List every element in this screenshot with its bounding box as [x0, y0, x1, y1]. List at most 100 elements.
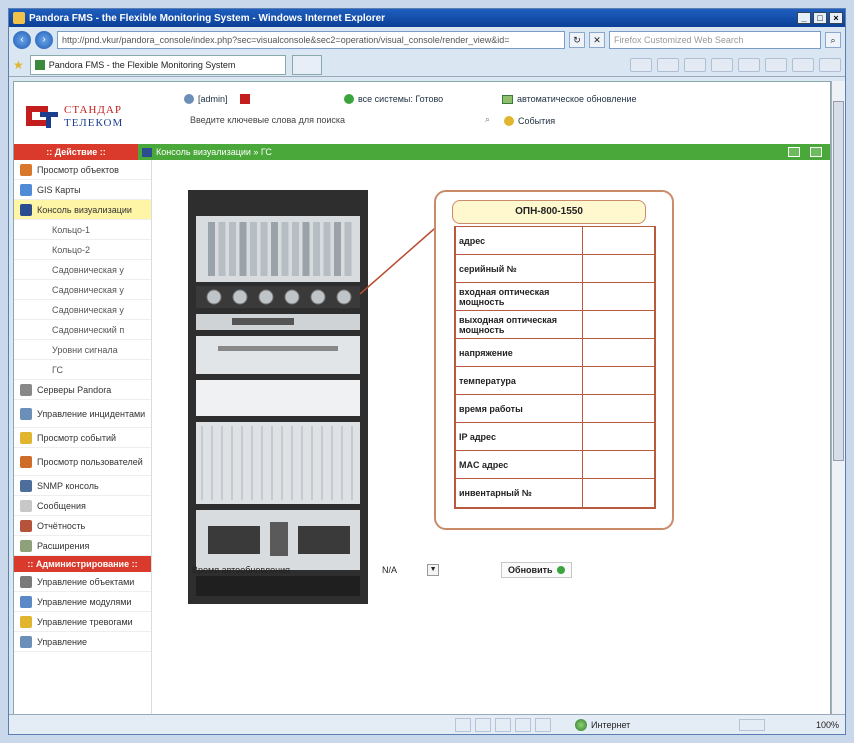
tools-menu-icon[interactable] [792, 57, 814, 72]
zoom-level[interactable]: 100% [769, 720, 839, 730]
device-field-row: серийный № [456, 255, 654, 283]
maximize-button[interactable]: □ [813, 12, 827, 24]
status-slot [495, 717, 511, 732]
fullscreen-icon[interactable] [788, 147, 800, 157]
header-search-icon[interactable]: ⌕ [485, 114, 490, 125]
refresh-interval-select[interactable]: N/A ▼ [312, 564, 440, 576]
search-icon[interactable]: ⌕ [825, 32, 841, 48]
sidebar-subitem[interactable]: Садовническая у [14, 260, 151, 280]
sidebar-item[interactable]: Управление тревогами [14, 612, 151, 632]
header-search-input[interactable]: Введите ключевые слова для поиска [190, 115, 345, 125]
read-mail-icon[interactable] [684, 57, 706, 72]
stop-icon[interactable]: ✕ [589, 32, 605, 48]
status-slot [515, 717, 531, 732]
rack-slot-card [334, 222, 341, 276]
sidebar-item[interactable]: SNMP консоль [14, 476, 151, 496]
sidebar-item[interactable]: Консоль визуализации [14, 200, 151, 220]
minimize-button[interactable]: _ [797, 12, 811, 24]
sidebar-item[interactable]: Управление модулями [14, 592, 151, 612]
sidebar-item[interactable]: Просмотр объектов [14, 160, 151, 180]
system-status[interactable]: все системы: Готово [344, 94, 443, 104]
sidebar-item[interactable]: Сообщения [14, 496, 151, 516]
edit-layout-icon[interactable] [810, 147, 822, 157]
favorites-star-icon[interactable]: ★ [13, 58, 24, 72]
refresh-icon[interactable]: ↻ [569, 32, 585, 48]
sidebar-item[interactable]: Серверы Pandora [14, 380, 151, 400]
device-title[interactable]: ОПН-800-1550 [452, 200, 646, 224]
sidebar-item-label: Управление модулями [37, 596, 132, 607]
header-search[interactable]: Введите ключевые слова для поиска ⌕ [190, 114, 490, 125]
home-icon[interactable] [630, 57, 652, 72]
rack-slot-card [229, 222, 236, 276]
chevron-down-icon[interactable]: ▼ [427, 564, 440, 576]
scrollbar-thumb[interactable] [833, 101, 844, 461]
sidebar-item-label: Просмотр событий [37, 432, 117, 443]
status-ok-icon [344, 94, 354, 104]
autorefresh-link[interactable]: автоматическое обновление [502, 94, 636, 104]
sidebar-item[interactable]: Расширения [14, 536, 151, 556]
equipment-rack-image[interactable] [188, 190, 368, 604]
system-status-text: все системы: Готово [358, 94, 444, 104]
sidebar-subitem[interactable]: ГС [14, 360, 151, 380]
sidebar-subitem[interactable]: Кольцо-1 [14, 220, 151, 240]
user-icon [184, 94, 194, 104]
forward-icon[interactable]: › [35, 31, 53, 49]
sidebar-item-label: Садовническая у [52, 264, 124, 275]
back-icon[interactable]: ‹ [13, 31, 31, 49]
extension-icon [20, 539, 32, 552]
help-icon[interactable] [819, 57, 841, 72]
security-zone[interactable]: Интернет [575, 718, 735, 731]
user-info[interactable]: [admin] [184, 94, 250, 104]
protected-mode-icon[interactable] [739, 718, 765, 731]
sidebar-subitem[interactable]: Садовническая у [14, 280, 151, 300]
sidebar-item-label: Управление объектами [37, 576, 135, 587]
close-button[interactable]: × [829, 12, 843, 24]
vertical-scrollbar[interactable] [831, 81, 845, 715]
events-link[interactable]: События [504, 116, 555, 126]
address-row: ‹ › http://pnd.vkur/pandora_console/inde… [9, 27, 845, 53]
sidebar-subitem[interactable]: Уровни сигнала [14, 340, 151, 360]
device-field-label: выходная оптическая мощность [456, 311, 583, 338]
refresh-interval-label: Время автообновления [192, 565, 291, 575]
page-menu-icon[interactable] [738, 57, 760, 72]
feeds-icon[interactable] [657, 57, 679, 72]
browser-search-input[interactable]: Firefox Customized Web Search [609, 31, 821, 49]
device-field-label: входная оптическая мощность [456, 283, 583, 310]
logo-line-2: ТЕЛЕКОМ [64, 117, 124, 129]
sidebar-subitem[interactable]: Садовническая у [14, 300, 151, 320]
device-field-row: IP адрес [456, 423, 654, 451]
sidebar-item[interactable]: GIS Карты [14, 180, 151, 200]
logout-icon[interactable] [239, 94, 250, 104]
view-controls [788, 147, 822, 157]
sidebar-item[interactable]: Просмотр пользователей [14, 448, 151, 476]
update-button[interactable]: Обновить [501, 562, 572, 578]
visual-console-icon [142, 147, 152, 157]
status-slot [455, 717, 471, 732]
sidebar-item[interactable]: Отчётность [14, 516, 151, 536]
autorefresh-text: автоматическое обновление [517, 94, 637, 104]
new-tab-button[interactable] [291, 54, 322, 75]
report-icon [20, 519, 32, 532]
tab-favicon-icon [34, 59, 45, 70]
sidebar-subitem[interactable]: Садовнический п [14, 320, 151, 340]
print-icon[interactable] [711, 57, 733, 72]
safety-menu-icon[interactable] [765, 57, 787, 72]
browser-tab[interactable]: Pandora FMS - the Flexible Monitoring Sy… [29, 54, 286, 75]
command-bar [630, 57, 841, 72]
sidebar-item-label: Отчётность [37, 520, 86, 531]
incident-icon [20, 407, 32, 420]
security-zone-text: Интернет [591, 719, 631, 730]
sidebar-item[interactable]: Просмотр событий [14, 428, 151, 448]
sidebar-item-label: Сообщения [37, 500, 86, 511]
user-name: [admin] [198, 94, 228, 104]
sidebar-item[interactable]: Управление объектами [14, 572, 151, 592]
sidebar-subitem[interactable]: Кольцо-2 [14, 240, 151, 260]
sidebar-item-label: SNMP консоль [37, 480, 99, 491]
sidebar-item-label: Управление тревогами [37, 616, 133, 627]
address-bar[interactable]: http://pnd.vkur/pandora_console/index.ph… [57, 31, 565, 49]
status-slot [475, 717, 491, 732]
rack-slot-card [292, 222, 299, 276]
sidebar-item[interactable]: Управление [14, 632, 151, 652]
sidebar-item[interactable]: Управление инцидентами [14, 400, 151, 428]
device-field-row: инвентарный № [456, 479, 654, 507]
